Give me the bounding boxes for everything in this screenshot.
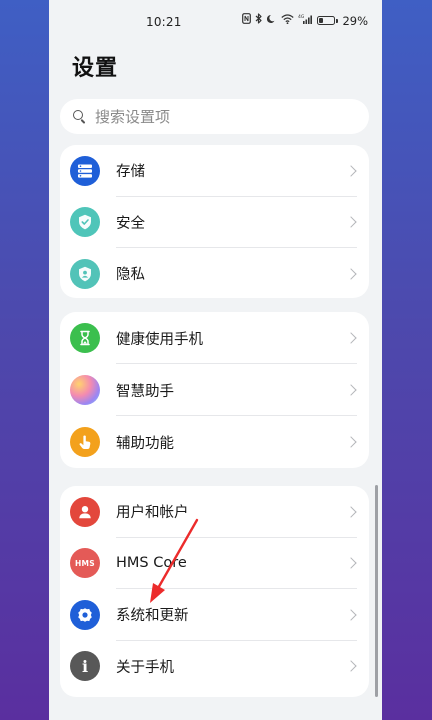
settings-item-users-accounts[interactable]: 用户和帐户 <box>60 486 369 538</box>
battery-level-fill <box>319 18 324 23</box>
privacy-icon <box>70 258 100 289</box>
assistant-icon <box>70 375 100 405</box>
settings-item-about-phone[interactable]: i 关于手机 <box>60 641 369 693</box>
battery-icon <box>317 16 338 25</box>
chevron-right-icon <box>345 332 357 344</box>
system-update-icon <box>70 599 100 630</box>
signal-icon: 4G <box>298 14 313 28</box>
settings-item-security[interactable]: 安全 <box>60 197 369 248</box>
settings-group-1: 存储 安全 隐私 <box>60 145 369 298</box>
chevron-right-icon <box>345 436 357 448</box>
hms-icon: HMS <box>70 548 100 579</box>
settings-item-label: 隐私 <box>116 267 145 284</box>
settings-item-label: 智慧助手 <box>116 383 174 400</box>
settings-item-label: 安全 <box>116 215 145 232</box>
settings-item-label: 系统和更新 <box>116 608 189 625</box>
status-bar: 10:21 4G 29% <box>49 0 382 44</box>
wifi-icon <box>281 13 295 28</box>
settings-item-label: 用户和帐户 <box>116 505 189 522</box>
settings-item-label: 存储 <box>116 164 145 181</box>
chevron-right-icon <box>345 660 357 672</box>
chevron-right-icon <box>345 609 357 621</box>
hourglass-icon <box>70 323 100 353</box>
settings-item-system-update[interactable]: 系统和更新 <box>60 589 369 641</box>
settings-group-2: 健康使用手机 智慧助手 辅助功能 <box>60 312 369 468</box>
chevron-right-icon <box>345 506 357 518</box>
status-icons: 4G 29% <box>242 13 368 28</box>
info-icon: i <box>70 651 100 682</box>
scrollbar[interactable] <box>375 485 378 697</box>
user-icon <box>70 496 100 527</box>
shield-icon <box>70 207 100 238</box>
settings-item-label: 健康使用手机 <box>116 331 203 348</box>
settings-item-assistant[interactable]: 智慧助手 <box>60 364 369 416</box>
settings-item-storage[interactable]: 存储 <box>60 145 369 197</box>
settings-item-label: HMS Core <box>116 555 187 572</box>
settings-screen: 10:21 4G 29% 设置 搜索设置项 存储 安全 隐私 健康使用手机 智慧… <box>49 0 382 720</box>
settings-item-label: 关于手机 <box>116 659 174 676</box>
settings-item-hms-core[interactable]: HMS HMS Core <box>60 538 369 589</box>
bluetooth-icon <box>255 13 263 28</box>
search-icon <box>72 109 87 124</box>
chevron-right-icon <box>345 557 357 569</box>
chevron-right-icon <box>345 384 357 396</box>
hand-icon <box>70 427 100 457</box>
page-title: 设置 <box>72 56 119 81</box>
chevron-right-icon <box>345 165 357 177</box>
search-input[interactable] <box>95 107 355 126</box>
settings-item-digital-balance[interactable]: 健康使用手机 <box>60 312 369 364</box>
settings-group-3: 用户和帐户 HMS HMS Core 系统和更新 i 关于手机 <box>60 486 369 697</box>
moon-icon <box>267 14 277 28</box>
storage-icon <box>70 155 100 186</box>
nfc-icon <box>242 13 252 28</box>
status-time: 10:21 <box>146 15 182 29</box>
chevron-right-icon <box>345 216 357 228</box>
settings-item-privacy[interactable]: 隐私 <box>60 248 369 298</box>
settings-item-label: 辅助功能 <box>116 435 174 452</box>
svg-text:4G: 4G <box>298 14 305 20</box>
search-bar[interactable] <box>60 99 369 134</box>
chevron-right-icon <box>345 268 357 280</box>
settings-item-accessibility[interactable]: 辅助功能 <box>60 416 369 468</box>
battery-percent: 29% <box>342 13 368 28</box>
